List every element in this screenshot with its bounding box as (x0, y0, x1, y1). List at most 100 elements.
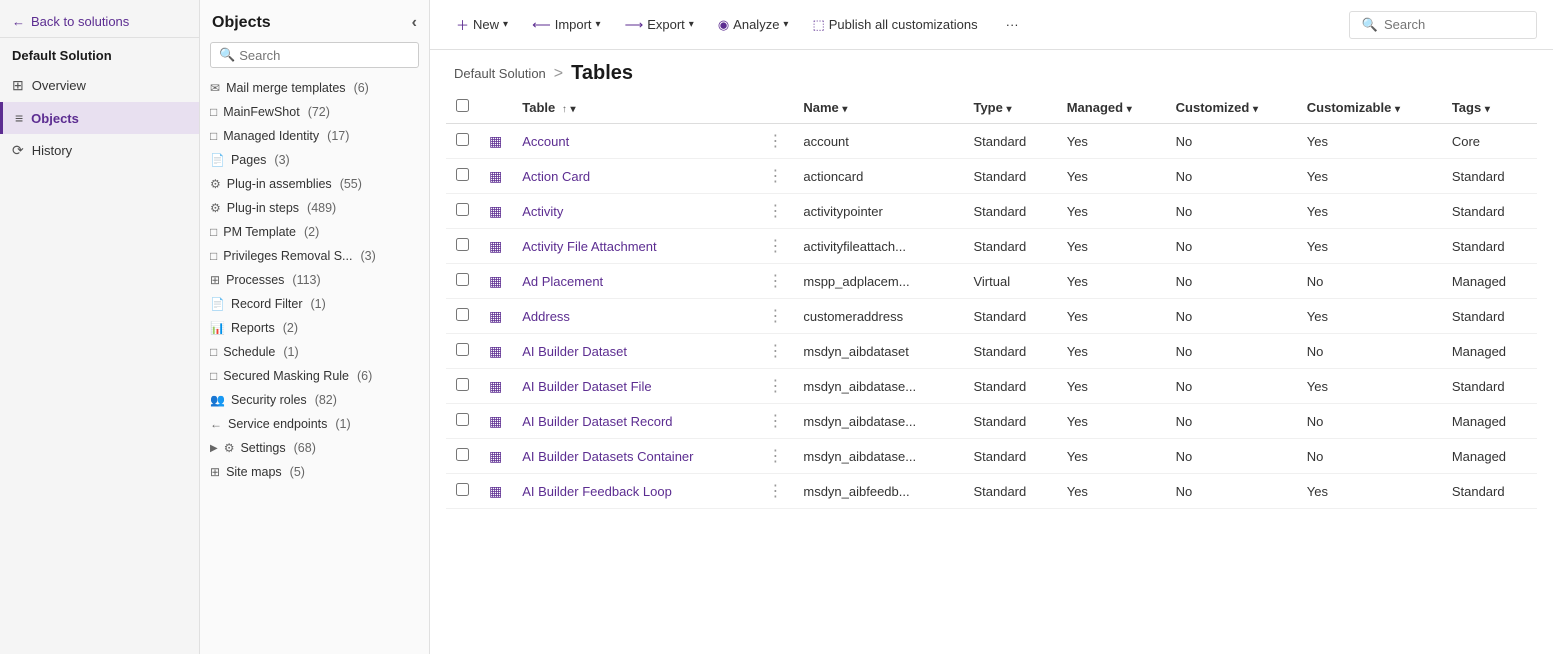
analyze-button[interactable]: ◉ Analyze ▾ (708, 12, 799, 38)
row-checkbox[interactable] (456, 448, 469, 461)
objects-item-settings[interactable]: ▶ ⚙ Settings (68) (200, 436, 429, 460)
export-button[interactable]: ⟶ Export ▾ (615, 12, 704, 38)
table-name-link[interactable]: Activity File Attachment (522, 239, 656, 254)
row-checkbox[interactable] (456, 133, 469, 146)
table-name-link[interactable]: Activity (522, 204, 563, 219)
collapse-panel-icon[interactable]: ‹ (412, 14, 417, 32)
row-checkbox-cell[interactable] (446, 229, 479, 264)
row-checkbox-cell[interactable] (446, 404, 479, 439)
row-table-name[interactable]: AI Builder Feedback Loop (512, 474, 757, 509)
table-name-link[interactable]: Address (522, 309, 570, 324)
row-table-name[interactable]: AI Builder Dataset File (512, 369, 757, 404)
objects-item-record-filter[interactable]: 📄 Record Filter (1) (200, 292, 429, 316)
table-name-link[interactable]: AI Builder Datasets Container (522, 449, 693, 464)
toolbar-search-input[interactable] (1384, 17, 1524, 32)
table-name-link[interactable]: AI Builder Feedback Loop (522, 484, 672, 499)
row-context-menu-icon[interactable]: ⋮ (767, 168, 783, 185)
objects-item-security-roles[interactable]: 👥 Security roles (82) (200, 388, 429, 412)
row-context-menu-icon[interactable]: ⋮ (767, 308, 783, 325)
select-all-checkbox[interactable] (456, 99, 469, 112)
table-name-link[interactable]: Account (522, 134, 569, 149)
customized-col-header[interactable]: Customized ▾ (1166, 91, 1297, 124)
row-checkbox-cell[interactable] (446, 194, 479, 229)
row-checkbox-cell[interactable] (446, 369, 479, 404)
row-menu-cell[interactable]: ⋮ (757, 334, 793, 369)
new-button[interactable]: ＋ New ▾ (446, 10, 518, 39)
objects-item-plugin-steps[interactable]: ⚙ Plug-in steps (489) (200, 196, 429, 220)
objects-search-input[interactable] (239, 48, 410, 63)
tags-col-header[interactable]: Tags ▾ (1442, 91, 1537, 124)
row-table-name[interactable]: Action Card (512, 159, 757, 194)
objects-item-privileges-removal[interactable]: □ Privileges Removal S... (3) (200, 244, 429, 268)
row-menu-cell[interactable]: ⋮ (757, 124, 793, 159)
row-checkbox[interactable] (456, 273, 469, 286)
table-col-header[interactable]: Table ↑ ▾ (512, 91, 757, 124)
row-table-name[interactable]: Ad Placement (512, 264, 757, 299)
managed-col-header[interactable]: Managed ▾ (1057, 91, 1166, 124)
objects-item-pm-template[interactable]: □ PM Template (2) (200, 220, 429, 244)
objects-item-mainfewshot[interactable]: □ MainFewShot (72) (200, 100, 429, 124)
publish-button[interactable]: ⬚ Publish all customizations (802, 12, 987, 38)
table-name-link[interactable]: AI Builder Dataset File (522, 379, 651, 394)
type-col-header[interactable]: Type ▾ (963, 91, 1056, 124)
select-all-header[interactable] (446, 91, 479, 124)
row-menu-cell[interactable]: ⋮ (757, 299, 793, 334)
objects-item-mail-merge[interactable]: ✉ Mail merge templates (6) (200, 76, 429, 100)
name-col-header[interactable]: Name ▾ (793, 91, 963, 124)
row-menu-cell[interactable]: ⋮ (757, 404, 793, 439)
row-checkbox-cell[interactable] (446, 334, 479, 369)
row-checkbox[interactable] (456, 413, 469, 426)
row-checkbox-cell[interactable] (446, 299, 479, 334)
objects-search-box[interactable]: 🔍 (210, 42, 419, 68)
row-checkbox[interactable] (456, 238, 469, 251)
objects-item-reports[interactable]: 📊 Reports (2) (200, 316, 429, 340)
row-table-name[interactable]: Address (512, 299, 757, 334)
sidebar-item-overview[interactable]: ⊞ Overview (0, 69, 199, 102)
row-table-name[interactable]: AI Builder Datasets Container (512, 439, 757, 474)
row-context-menu-icon[interactable]: ⋮ (767, 413, 783, 430)
objects-item-managed-identity[interactable]: □ Managed Identity (17) (200, 124, 429, 148)
row-checkbox[interactable] (456, 168, 469, 181)
objects-item-plugin-assemblies[interactable]: ⚙ Plug-in assemblies (55) (200, 172, 429, 196)
row-checkbox[interactable] (456, 343, 469, 356)
row-checkbox-cell[interactable] (446, 124, 479, 159)
objects-item-processes[interactable]: ⊞ Processes (113) (200, 268, 429, 292)
row-menu-cell[interactable]: ⋮ (757, 474, 793, 509)
row-checkbox[interactable] (456, 378, 469, 391)
table-name-link[interactable]: AI Builder Dataset Record (522, 414, 672, 429)
table-name-link[interactable]: Ad Placement (522, 274, 603, 289)
row-checkbox-cell[interactable] (446, 159, 479, 194)
row-context-menu-icon[interactable]: ⋮ (767, 133, 783, 150)
back-to-solutions[interactable]: ← Back to solutions (0, 0, 199, 38)
objects-item-schedule[interactable]: □ Schedule (1) (200, 340, 429, 364)
row-menu-cell[interactable]: ⋮ (757, 439, 793, 474)
toolbar-search[interactable]: 🔍 (1349, 11, 1537, 39)
row-table-name[interactable]: AI Builder Dataset Record (512, 404, 757, 439)
row-context-menu-icon[interactable]: ⋮ (767, 273, 783, 290)
row-context-menu-icon[interactable]: ⋮ (767, 378, 783, 395)
row-menu-cell[interactable]: ⋮ (757, 369, 793, 404)
table-name-link[interactable]: AI Builder Dataset (522, 344, 627, 359)
table-name-link[interactable]: Action Card (522, 169, 590, 184)
row-menu-cell[interactable]: ⋮ (757, 159, 793, 194)
sidebar-item-objects[interactable]: ≡ Objects (0, 102, 199, 134)
row-menu-cell[interactable]: ⋮ (757, 194, 793, 229)
row-table-name[interactable]: AI Builder Dataset (512, 334, 757, 369)
row-context-menu-icon[interactable]: ⋮ (767, 448, 783, 465)
objects-item-pages[interactable]: 📄 Pages (3) (200, 148, 429, 172)
more-button[interactable]: ··· (996, 12, 1029, 37)
row-checkbox[interactable] (456, 308, 469, 321)
row-menu-cell[interactable]: ⋮ (757, 264, 793, 299)
import-button[interactable]: ⟵ Import ▾ (522, 12, 611, 38)
row-checkbox[interactable] (456, 483, 469, 496)
row-table-name[interactable]: Account (512, 124, 757, 159)
row-table-name[interactable]: Activity (512, 194, 757, 229)
objects-item-service-endpoints[interactable]: ← Service endpoints (1) (200, 412, 429, 436)
row-context-menu-icon[interactable]: ⋮ (767, 343, 783, 360)
row-table-name[interactable]: Activity File Attachment (512, 229, 757, 264)
objects-item-secured-masking[interactable]: □ Secured Masking Rule (6) (200, 364, 429, 388)
row-context-menu-icon[interactable]: ⋮ (767, 203, 783, 220)
row-checkbox-cell[interactable] (446, 264, 479, 299)
row-checkbox[interactable] (456, 203, 469, 216)
row-checkbox-cell[interactable] (446, 474, 479, 509)
